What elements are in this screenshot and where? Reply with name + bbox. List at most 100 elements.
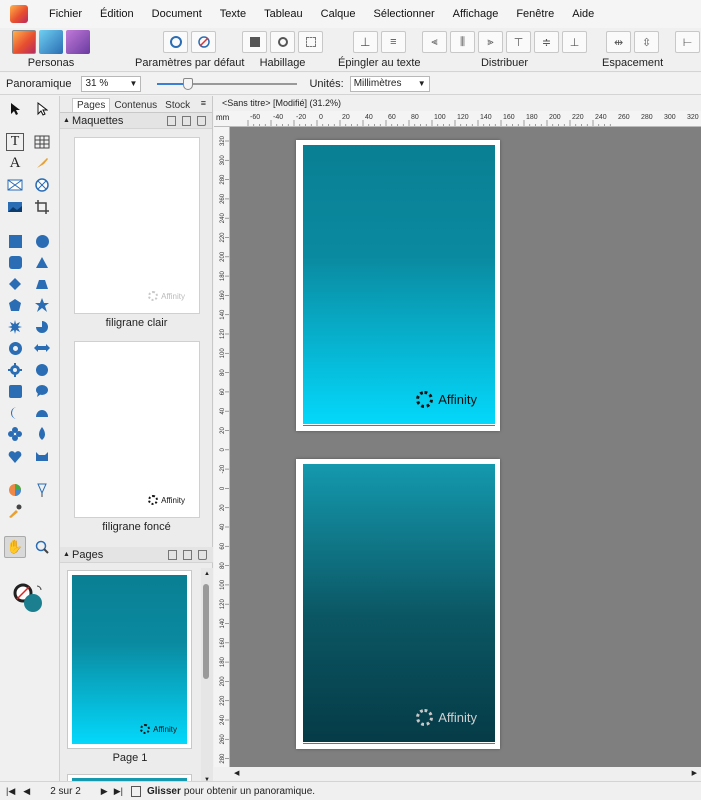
artistic-text-tool-icon[interactable]: A [6, 154, 24, 172]
next-page-icon[interactable]: ▶ [101, 786, 108, 797]
triangle-tool-icon[interactable] [33, 253, 51, 271]
wrap-circle-button[interactable] [270, 31, 295, 53]
align-bottom-button[interactable]: ⊥ [562, 31, 587, 53]
menu-fichier[interactable]: Fichier [40, 8, 91, 20]
diamond-tool-icon[interactable] [6, 275, 24, 293]
tab-stock[interactable]: Stock [161, 99, 194, 112]
node-tool-icon[interactable] [33, 100, 51, 118]
prev-page-icon[interactable]: ◀ [23, 786, 30, 797]
menu-texte[interactable]: Texte [211, 8, 255, 20]
pie-tool-icon[interactable] [33, 318, 51, 336]
puzzle-tool-icon[interactable] [6, 425, 24, 443]
space-vertical-button[interactable]: ⇳ [634, 31, 660, 53]
master-options-icon[interactable] [167, 116, 176, 126]
tear-tool-icon[interactable] [33, 425, 51, 443]
scroll-right-icon[interactable]: ▶ [692, 769, 697, 777]
crop-tool-icon[interactable] [33, 198, 51, 216]
wrap-none-button[interactable] [298, 31, 323, 53]
document-tab[interactable]: <Sans titre> [Modifié] (31.2%) [222, 98, 341, 108]
cog-tool-icon[interactable] [6, 361, 24, 379]
trapezoid-tool-icon[interactable] [33, 275, 51, 293]
tab-contenus[interactable]: Contenus [110, 99, 161, 112]
pen-tool-icon[interactable] [33, 154, 51, 172]
master-thumbnail-dark[interactable]: Affinity [74, 341, 200, 518]
designer-persona-icon[interactable] [39, 30, 63, 54]
menu-calque[interactable]: Calque [312, 8, 365, 20]
menu-edition[interactable]: Édition [91, 8, 143, 20]
hand-tool-icon[interactable]: ✋ [4, 536, 26, 558]
star-tool-icon[interactable] [33, 296, 51, 314]
defaults-sync-button[interactable] [163, 31, 189, 53]
collapse-arrow-icon[interactable]: ▲ [63, 551, 70, 558]
scroll-thumb[interactable] [203, 584, 209, 679]
zoom-field[interactable]: 31 % ▼ [81, 75, 142, 92]
pin-button[interactable]: ⊥ [352, 31, 378, 53]
pin-options-button[interactable]: ≡ [380, 31, 406, 53]
delete-master-icon[interactable] [197, 116, 206, 126]
tab-pages[interactable]: Pages [72, 98, 111, 112]
rectangle-tool-icon[interactable] [6, 232, 24, 250]
menu-selectionner[interactable]: Sélectionner [365, 8, 444, 20]
donut-tool-icon[interactable] [6, 339, 24, 357]
page-thumbnail-1[interactable]: Affinity [67, 570, 192, 749]
double-arrow-tool-icon[interactable] [33, 339, 51, 357]
segment-tool-icon[interactable] [33, 404, 51, 422]
space-horizontal-button[interactable]: ⇹ [606, 31, 632, 53]
table-tool-icon[interactable] [33, 133, 51, 151]
move-tool-icon[interactable] [6, 100, 24, 118]
menu-document[interactable]: Document [143, 8, 211, 20]
align-right-button[interactable]: ⫸ [478, 31, 503, 53]
wrap-square-button[interactable] [242, 31, 267, 53]
publisher-persona-icon[interactable] [12, 30, 36, 54]
polygon-tool-icon[interactable] [6, 296, 24, 314]
callout-tool-icon[interactable] [33, 382, 51, 400]
defaults-revert-button[interactable] [191, 31, 217, 53]
collapse-arrow-icon[interactable]: ▲ [63, 117, 70, 124]
last-page-icon[interactable]: ▶| [114, 786, 123, 797]
first-page-icon[interactable]: |◀ [6, 786, 15, 797]
panel-menu-icon[interactable]: ≡ [201, 98, 206, 108]
chevron-down-icon[interactable]: ▼ [418, 79, 426, 88]
delete-page-icon[interactable] [198, 550, 207, 560]
zoom-tool-icon[interactable] [33, 538, 51, 556]
document-canvas[interactable]: Affinity Affinity [230, 127, 701, 767]
frame-text-tool-icon[interactable]: T [6, 133, 24, 151]
heart-tool-icon[interactable] [6, 447, 24, 465]
scroll-left-icon[interactable]: ◀ [234, 769, 239, 777]
align-top-button[interactable]: ⊤ [506, 31, 531, 53]
cloud-tool-icon[interactable] [33, 361, 51, 379]
fill-stroke-swatch-icon[interactable] [12, 582, 46, 616]
units-select[interactable]: Millimètres ▼ [349, 75, 430, 92]
burst-tool-icon[interactable] [6, 318, 24, 336]
crescent-tool-icon[interactable] [6, 404, 24, 422]
chevron-down-icon[interactable]: ▼ [130, 79, 138, 88]
eyedropper-tool-icon[interactable] [6, 502, 24, 520]
zoom-slider-thumb[interactable] [183, 77, 194, 90]
transparency-tool-icon[interactable] [33, 481, 51, 499]
align-middle-button[interactable]: ≑ [534, 31, 559, 53]
add-page-icon[interactable] [183, 550, 192, 560]
color-picker-tool-icon[interactable] [6, 481, 24, 499]
rounded-rectangle-tool-icon[interactable] [6, 253, 24, 271]
add-master-icon[interactable] [182, 116, 191, 126]
place-image-tool-icon[interactable] [6, 198, 24, 216]
menu-tableau[interactable]: Tableau [255, 8, 312, 20]
menu-aide[interactable]: Aide [563, 8, 603, 20]
canvas-page-1[interactable]: Affinity [296, 140, 500, 431]
picture-frame-tool-icon[interactable] [6, 176, 24, 194]
master-thumbnail-light[interactable]: Affinity [74, 137, 200, 314]
page-options-icon[interactable] [168, 550, 177, 560]
zoom-slider[interactable] [157, 77, 298, 90]
pages-vertical-scrollbar[interactable]: ▲ ▼ [201, 568, 213, 786]
ellipse-frame-tool-icon[interactable] [33, 176, 51, 194]
menu-affichage[interactable]: Affichage [444, 8, 508, 20]
align-center-button[interactable]: ⫼ [450, 31, 475, 53]
cat-shape-tool-icon[interactable] [33, 447, 51, 465]
canvas-horizontal-scrollbar[interactable]: ◀ ▶ [230, 767, 701, 781]
scroll-up-icon[interactable]: ▲ [204, 571, 210, 577]
square-shape-tool-icon[interactable] [6, 382, 24, 400]
menu-fenetre[interactable]: Fenêtre [507, 8, 563, 20]
photo-persona-icon[interactable] [66, 30, 90, 54]
align-left-button[interactable]: ⫷ [422, 31, 447, 53]
ellipse-tool-icon[interactable] [33, 232, 51, 250]
